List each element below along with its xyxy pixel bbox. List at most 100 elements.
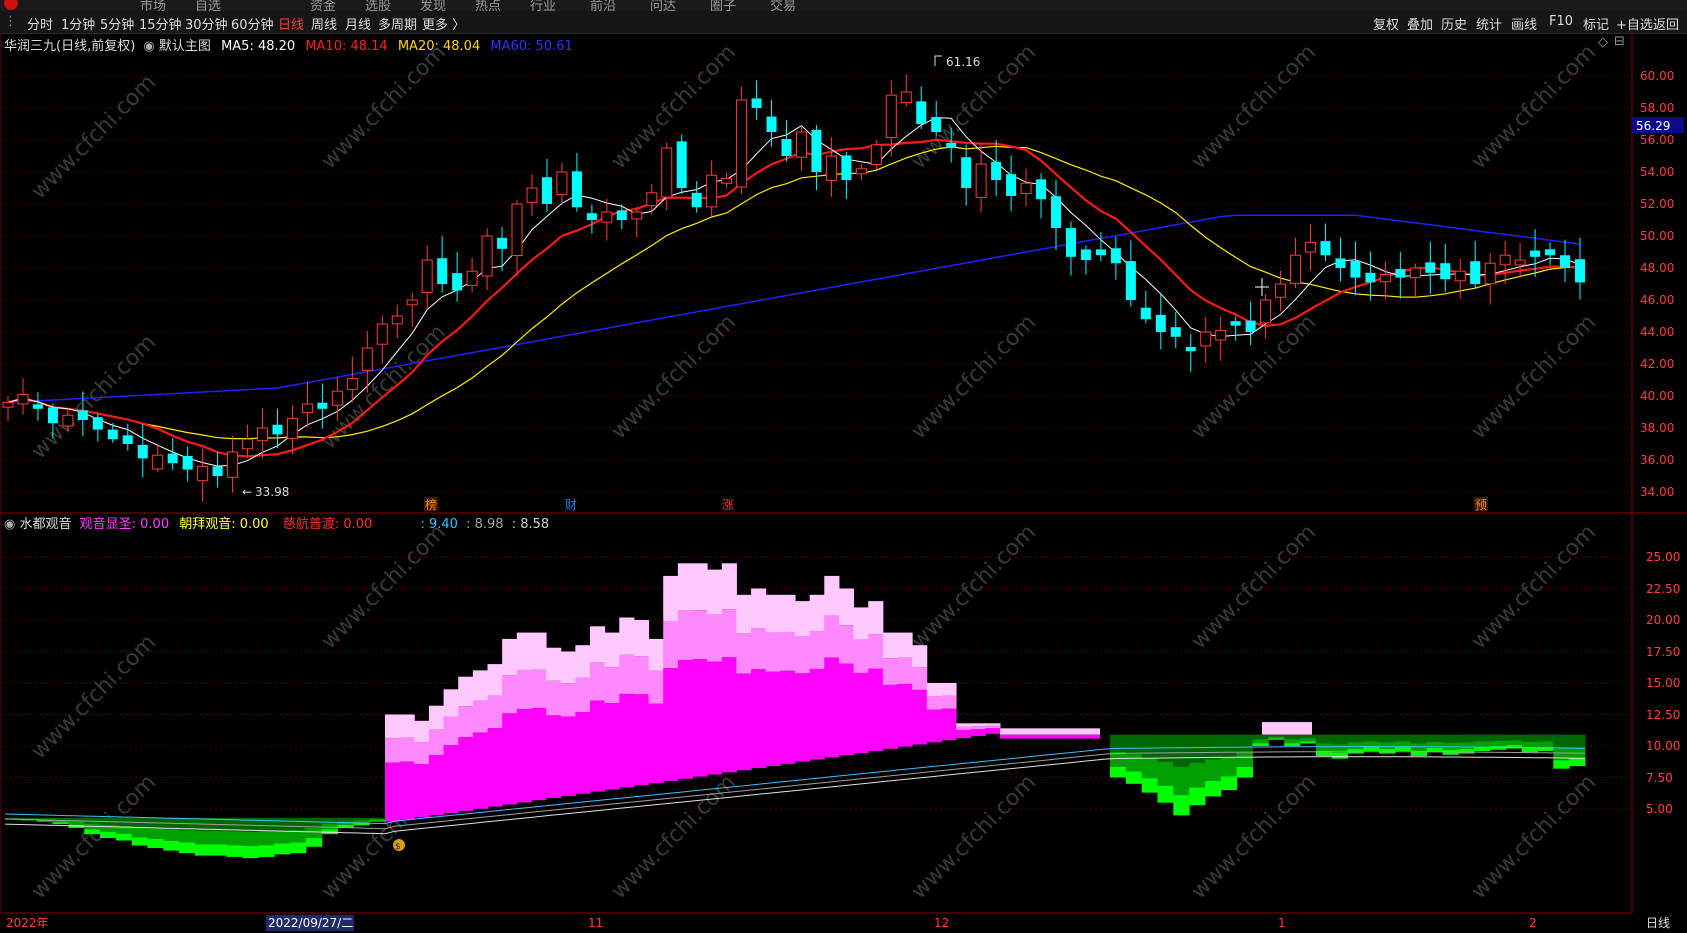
indicator-bar-mid [809, 631, 825, 669]
indicator-bar-dark-green [1458, 734, 1475, 743]
indicator-bar-strong [809, 668, 825, 760]
indicator-bar-dark-green [1125, 734, 1143, 755]
indicator-bar-mid-green [1363, 741, 1380, 747]
indicator-bar-mid [838, 625, 855, 664]
candle-body-up [301, 403, 313, 414]
candle-body-down [1080, 249, 1091, 260]
price-tick: 54.00 [1640, 165, 1674, 179]
indicator-bar-mid-green [147, 828, 164, 839]
indicator-bar-strong [487, 728, 503, 807]
indicator-bar-mid [546, 680, 562, 716]
candle-body-down [1170, 327, 1181, 337]
indicator-bar-mid [428, 729, 445, 755]
indicator-bar-light [692, 563, 708, 611]
indicator-bar-mid [502, 675, 518, 714]
candle-body-up [1020, 182, 1032, 194]
indicator-bar-strong [560, 716, 576, 796]
event-marker-yu: 预 [1475, 498, 1487, 512]
indicator-bar-strong [912, 689, 928, 745]
indicator-bar-bright-green [1331, 752, 1348, 759]
candle-body-up [227, 451, 239, 478]
indicator-bar-strong [985, 728, 1001, 734]
candlestick-series[interactable] [2, 74, 1585, 502]
candle-body-up [361, 347, 373, 371]
candle-body-down [32, 404, 43, 409]
watermark-text: www.cfchi.com [1467, 40, 1601, 174]
indicator-bar-mid-green [1220, 756, 1238, 777]
indicator-bar-mid [385, 738, 401, 763]
indicator-bar-light [472, 670, 488, 701]
candle-body-down [946, 142, 957, 148]
price-tick: 34.00 [1640, 485, 1674, 499]
indicator-bar-strong [502, 713, 518, 805]
candle-body-down [691, 192, 702, 208]
indicator-bar-bright-green [163, 840, 180, 851]
indicator-bar-light [707, 569, 723, 615]
indicator-bar-light [941, 683, 957, 696]
moving-average-lines [7, 117, 1581, 467]
indicator-bar-light [736, 594, 752, 634]
indicator-bar-bright-green [1569, 758, 1586, 767]
indicator-bar-light [663, 575, 679, 622]
candle-body-up [1514, 259, 1526, 266]
watermark-text: www.cfchi.com [1467, 520, 1601, 654]
candle-body-up [1484, 262, 1496, 285]
candle-body-up [376, 323, 388, 345]
candle-body-up [331, 390, 343, 406]
indicator-bar-light [970, 723, 986, 727]
chart-canvas[interactable]: www.cfchi.com www.cfchi.com www.cfchi.com w… [0, 0, 1687, 933]
indicator-bar-dark-green [1537, 734, 1554, 742]
indicator-bar-light [838, 588, 855, 626]
indicator-bar-light [560, 651, 576, 684]
indicator-bar-bright-green [1458, 748, 1475, 754]
indicator-bar-mid [619, 654, 635, 694]
indicator-bar-light [809, 594, 825, 632]
price-tick: 52.00 [1640, 197, 1674, 211]
candle-body-down [1530, 250, 1541, 257]
indicator-bar-dark-green [1474, 734, 1491, 742]
indicator-bar-mid-green [179, 830, 196, 843]
indicator-bar-bright-green [290, 842, 307, 854]
indicator-bar-mid-green [1505, 740, 1523, 746]
candle-body-down [751, 98, 762, 108]
indicator-bar-bright-green [1553, 760, 1570, 769]
candle-body-down [1350, 260, 1361, 278]
indicator-bar-dark-green [369, 817, 386, 820]
candle-body-up [1499, 254, 1511, 266]
indicator-bar-mid [970, 726, 986, 729]
indicator-bar-strong [707, 661, 723, 775]
indicator-bar-bright-green [1268, 738, 1285, 740]
indicator-bar-mid [751, 628, 767, 670]
candle-body-up [421, 259, 433, 293]
event-marker-bang: 榜 [425, 497, 437, 512]
high-annotation: 61.16 [934, 55, 980, 69]
indicator-bar-bright-green [242, 846, 259, 859]
indicator-bar-mid [633, 656, 650, 695]
indicator-bar-dark-green [274, 817, 291, 831]
indicator-bar-mid [765, 632, 781, 672]
indicator-bar-mid-green [131, 827, 148, 838]
indicator-bar-strong [399, 761, 415, 820]
indicator-bar-dark-green [353, 817, 370, 821]
event-markers[interactable]: 榜 财 涨 预 [424, 497, 1488, 512]
candle-body-up [406, 299, 418, 306]
candle-body-down [1125, 261, 1136, 300]
indicator-bar-mid-green [100, 824, 117, 832]
indicator-bar-dark-green [1363, 734, 1380, 742]
indicator-bar-bright-green [226, 845, 243, 857]
candle-body-down [1110, 248, 1121, 264]
candle-body-up [1215, 329, 1227, 341]
date-axis: 2022年 2022/09/27/二 11 12 1 2 日线 [6, 915, 1670, 931]
indicator-bar-light [546, 647, 562, 681]
candle-body-down [1095, 249, 1106, 256]
indicator-bar-bright-green [147, 838, 164, 849]
indicator-bar-mid [560, 683, 576, 717]
candle-body-up [481, 235, 493, 277]
indicator-bar-light [926, 683, 942, 697]
indicator-bar-light [619, 617, 635, 655]
indicator-bar-bright-green [1395, 746, 1412, 752]
indicator-bar-light [531, 632, 547, 670]
candle-body-down [452, 273, 463, 291]
indicator-bar-light [780, 594, 796, 632]
indicator-bar-mid-green [1490, 740, 1507, 746]
